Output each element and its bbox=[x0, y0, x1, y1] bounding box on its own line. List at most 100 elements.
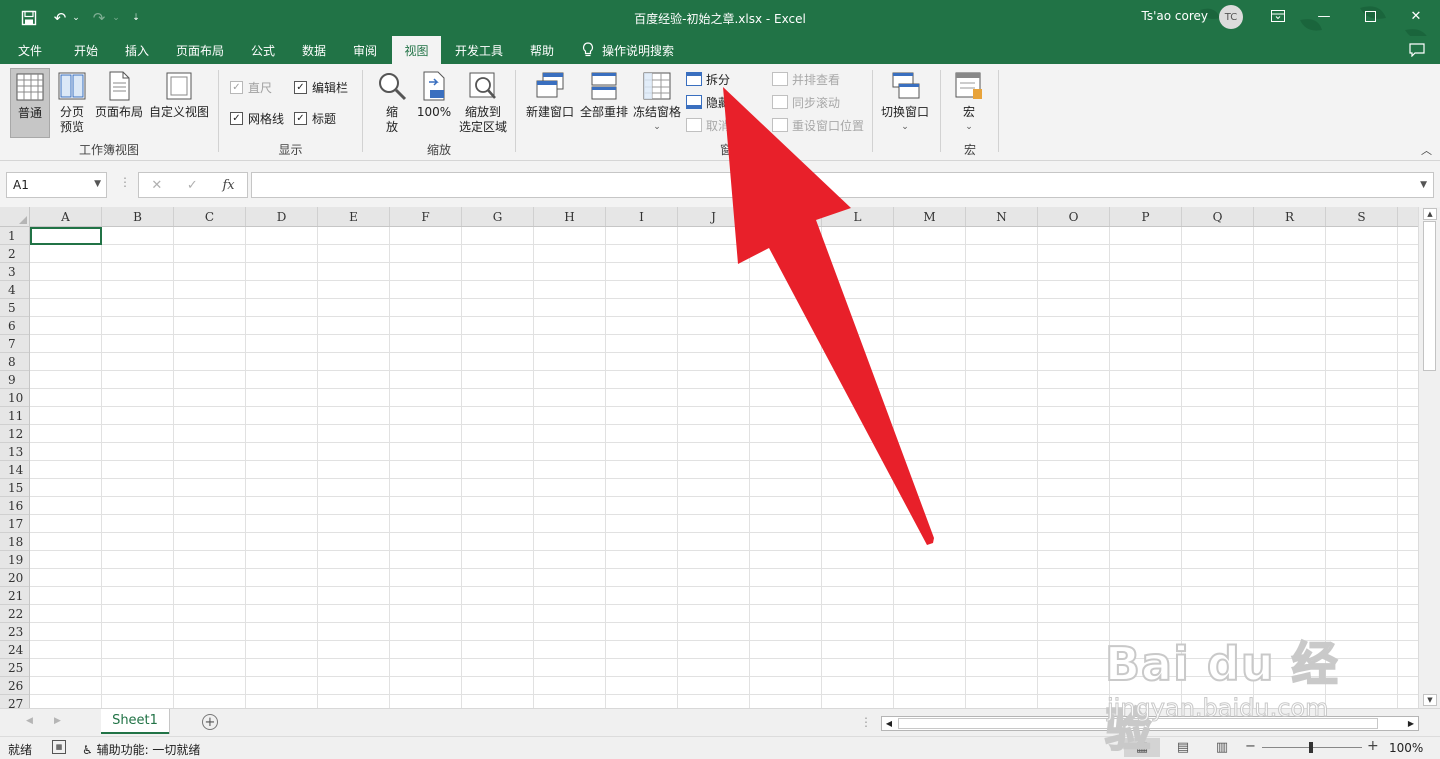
tab-insert[interactable]: 插入 bbox=[116, 36, 158, 64]
row-header[interactable]: 12 bbox=[0, 425, 29, 443]
row-header[interactable]: 22 bbox=[0, 605, 29, 623]
add-sheet-icon[interactable]: + bbox=[202, 714, 218, 730]
zoom-percentage[interactable]: 100% bbox=[1389, 741, 1423, 755]
page-layout-status-icon[interactable]: ▤ bbox=[1165, 738, 1201, 757]
column-header[interactable]: S bbox=[1326, 207, 1398, 226]
normal-view-button[interactable]: 普通 bbox=[10, 68, 50, 138]
cells-area[interactable] bbox=[30, 227, 1418, 708]
normal-view-status-icon[interactable]: ▦ bbox=[1124, 738, 1160, 757]
arrange-all-button[interactable]: 全部重排 bbox=[578, 68, 630, 120]
page-break-status-icon[interactable]: ▥ bbox=[1204, 738, 1240, 757]
active-cell[interactable] bbox=[30, 227, 102, 245]
column-header[interactable]: R bbox=[1254, 207, 1326, 226]
column-header[interactable]: J bbox=[678, 207, 750, 226]
tab-view[interactable]: 视图 bbox=[392, 36, 441, 64]
column-header[interactable]: Q bbox=[1182, 207, 1254, 226]
row-header[interactable]: 9 bbox=[0, 371, 29, 389]
column-header[interactable]: A bbox=[30, 207, 102, 226]
row-header[interactable]: 4 bbox=[0, 281, 29, 299]
hide-button[interactable]: 隐藏 bbox=[686, 92, 730, 112]
row-header[interactable]: 7 bbox=[0, 335, 29, 353]
zoom-slider-thumb[interactable] bbox=[1309, 742, 1313, 753]
prev-sheet-icon[interactable]: ◀ bbox=[26, 716, 33, 726]
formula-bar-grip-icon[interactable]: ⋮ bbox=[119, 175, 131, 189]
column-header[interactable]: H bbox=[534, 207, 606, 226]
row-header[interactable]: 11 bbox=[0, 407, 29, 425]
tab-page-layout[interactable]: 页面布局 bbox=[168, 36, 232, 64]
gridlines-checkbox[interactable]: ✓ 网格线 bbox=[230, 110, 284, 127]
row-header[interactable]: 1 bbox=[0, 227, 29, 245]
insert-function-icon[interactable]: fx bbox=[222, 178, 234, 193]
row-header[interactable]: 25 bbox=[0, 659, 29, 677]
column-header[interactable]: M bbox=[894, 207, 966, 226]
tab-data[interactable]: 数据 bbox=[292, 36, 336, 64]
formula-bar-checkbox[interactable]: ✓ 编辑栏 bbox=[294, 79, 348, 96]
zoom-out-icon[interactable]: − bbox=[1245, 739, 1256, 754]
freeze-panes-button[interactable]: 冻结窗格 ⌄ bbox=[630, 68, 684, 135]
row-header[interactable]: 2 bbox=[0, 245, 29, 263]
close-icon[interactable]: ✕ bbox=[1393, 0, 1439, 32]
comments-icon[interactable] bbox=[1406, 40, 1428, 60]
row-header[interactable]: 24 bbox=[0, 641, 29, 659]
column-header[interactable]: L bbox=[822, 207, 894, 226]
tell-me-search[interactable]: 操作说明搜索 bbox=[582, 36, 674, 64]
row-header[interactable]: 6 bbox=[0, 317, 29, 335]
column-header[interactable]: C bbox=[174, 207, 246, 226]
tab-formulas[interactable]: 公式 bbox=[242, 36, 284, 64]
scroll-down-arrow[interactable]: ▼ bbox=[1423, 694, 1437, 706]
page-layout-button[interactable]: 页面布局 bbox=[93, 68, 145, 120]
row-header[interactable]: 3 bbox=[0, 263, 29, 281]
row-header[interactable]: 15 bbox=[0, 479, 29, 497]
horizontal-scrollbar[interactable]: ◀ ▶ bbox=[881, 716, 1419, 731]
row-header[interactable]: 16 bbox=[0, 497, 29, 515]
scroll-up-arrow[interactable]: ▲ bbox=[1423, 208, 1437, 220]
avatar[interactable]: TC bbox=[1219, 5, 1243, 29]
zoom-to-selection-button[interactable]: 缩放到 选定区域 bbox=[455, 68, 511, 135]
new-window-button[interactable]: 新建窗口 bbox=[524, 68, 576, 120]
tab-file[interactable]: 文件 bbox=[8, 36, 52, 64]
column-header[interactable]: K bbox=[750, 207, 822, 226]
column-header[interactable]: E bbox=[318, 207, 390, 226]
macro-record-icon[interactable]: ▦ bbox=[52, 740, 66, 754]
column-header[interactable]: P bbox=[1110, 207, 1182, 226]
cancel-icon[interactable]: ✕ bbox=[151, 178, 162, 193]
custom-views-button[interactable]: 自定义视图 bbox=[147, 68, 211, 120]
zoom-in-icon[interactable]: + bbox=[1367, 738, 1379, 754]
horizontal-scroll-thumb[interactable] bbox=[898, 718, 1378, 729]
formula-input[interactable]: ▼ bbox=[251, 172, 1434, 198]
column-header[interactable]: N bbox=[966, 207, 1038, 226]
maximize-icon[interactable] bbox=[1347, 0, 1393, 32]
scroll-left-arrow[interactable]: ◀ bbox=[882, 717, 896, 730]
tab-developer[interactable]: 开发工具 bbox=[448, 36, 510, 64]
vertical-scrollbar[interactable]: ▲ ▼ bbox=[1418, 207, 1440, 708]
collapse-ribbon-icon[interactable]: ︿ bbox=[1421, 142, 1432, 158]
column-header[interactable]: I bbox=[606, 207, 678, 226]
headings-checkbox[interactable]: ✓ 标题 bbox=[294, 110, 336, 127]
expand-formula-bar-icon[interactable]: ▼ bbox=[1420, 180, 1427, 190]
row-header[interactable]: 8 bbox=[0, 353, 29, 371]
row-header[interactable]: 27 bbox=[0, 695, 29, 708]
accessibility-status[interactable]: ♿ 辅助功能: 一切就绪 bbox=[82, 741, 200, 758]
zoom-100-button[interactable]: 100% bbox=[415, 68, 453, 120]
column-header[interactable]: O bbox=[1038, 207, 1110, 226]
column-header[interactable]: G bbox=[462, 207, 534, 226]
row-header[interactable]: 18 bbox=[0, 533, 29, 551]
name-box-dropdown-icon[interactable]: ▼ bbox=[94, 179, 101, 189]
page-break-preview-button[interactable]: 分页 预览 bbox=[54, 68, 90, 135]
row-header[interactable]: 5 bbox=[0, 299, 29, 317]
macros-button[interactable]: 宏 ⌄ bbox=[951, 68, 987, 135]
row-header[interactable]: 21 bbox=[0, 587, 29, 605]
zoom-button[interactable]: 缩 放 bbox=[375, 68, 409, 135]
column-header[interactable]: F bbox=[390, 207, 462, 226]
sheet-tab[interactable]: Sheet1 bbox=[101, 709, 169, 734]
scroll-right-arrow[interactable]: ▶ bbox=[1404, 717, 1418, 730]
row-header[interactable]: 26 bbox=[0, 677, 29, 695]
name-box[interactable]: A1 ▼ bbox=[6, 172, 107, 198]
row-header[interactable]: 13 bbox=[0, 443, 29, 461]
row-header[interactable]: 20 bbox=[0, 569, 29, 587]
row-header[interactable]: 19 bbox=[0, 551, 29, 569]
row-header[interactable]: 23 bbox=[0, 623, 29, 641]
select-all-button[interactable] bbox=[0, 207, 30, 227]
next-sheet-icon[interactable]: ▶ bbox=[54, 716, 61, 726]
tab-home[interactable]: 开始 bbox=[62, 36, 110, 64]
